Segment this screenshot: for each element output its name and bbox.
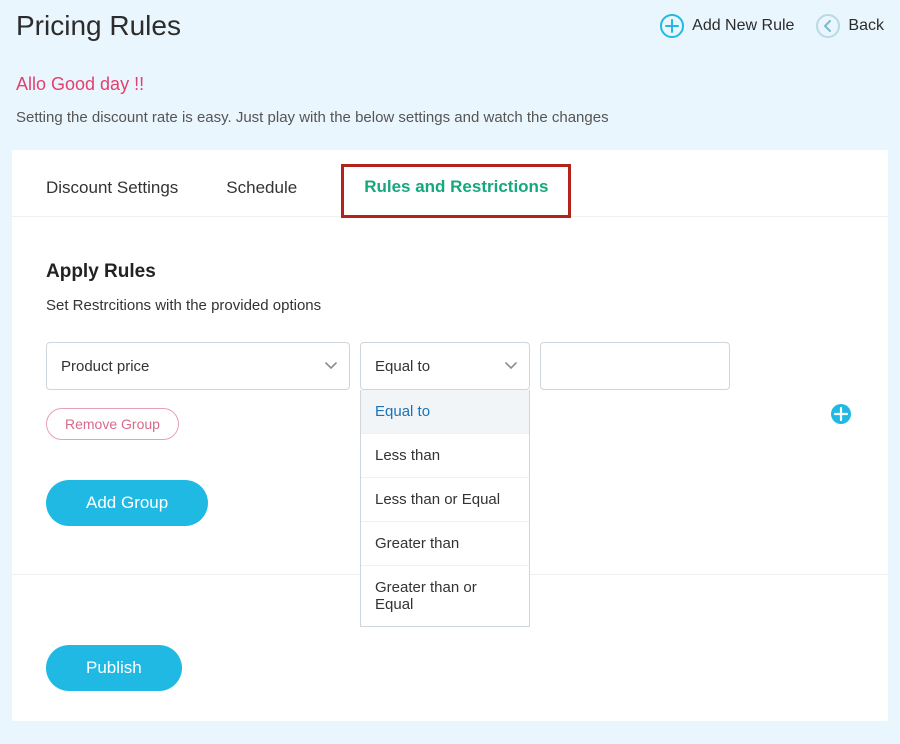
- remove-group-button[interactable]: Remove Group: [46, 408, 179, 440]
- add-rule-button[interactable]: [830, 403, 852, 425]
- tab-discount-settings[interactable]: Discount Settings: [42, 172, 182, 216]
- apply-rules-title: Apply Rules: [46, 261, 854, 283]
- tab-rules-and-restrictions[interactable]: Rules and Restrictions: [341, 164, 571, 218]
- operator-dropdown: Equal to Less than Less than or Equal Gr…: [360, 390, 530, 627]
- apply-rules-subtitle: Set Restrcitions with the provided optio…: [46, 297, 854, 314]
- operator-option[interactable]: Greater than: [361, 522, 529, 566]
- add-new-rule-label: Add New Rule: [692, 17, 794, 35]
- tab-schedule[interactable]: Schedule: [222, 172, 301, 216]
- operator-option[interactable]: Less than: [361, 434, 529, 478]
- chevron-down-icon: [505, 362, 517, 370]
- rule-operator-wrapper: Equal to Equal to Less than Less than or…: [360, 342, 530, 390]
- chevron-left-icon: [816, 14, 840, 38]
- page-header: Pricing Rules Add New Rule Back: [0, 0, 900, 50]
- rule-row: Product price Equal to Equal to: [46, 342, 854, 390]
- intro-subtext: Setting the discount rate is easy. Just …: [16, 109, 884, 126]
- rule-value-input[interactable]: [540, 342, 730, 390]
- rule-operator-select[interactable]: Equal to: [360, 342, 530, 390]
- rule-field-select[interactable]: Product price: [46, 342, 350, 390]
- tabs-bar: Discount Settings Schedule Rules and Res…: [12, 150, 888, 217]
- operator-option[interactable]: Greater than or Equal: [361, 566, 529, 626]
- rule-operator-value: Equal to: [375, 358, 430, 375]
- back-label: Back: [848, 17, 884, 35]
- plus-circle-icon: [660, 14, 684, 38]
- page-title: Pricing Rules: [16, 10, 181, 42]
- plus-circle-filled-icon: [830, 403, 852, 425]
- back-button[interactable]: Back: [816, 14, 884, 38]
- tab-rules-label: Rules and Restrictions: [346, 169, 566, 211]
- intro-section: Allo Good day !! Setting the discount ra…: [0, 50, 900, 150]
- chevron-down-icon: [325, 362, 337, 370]
- publish-button[interactable]: Publish: [46, 645, 182, 691]
- header-actions: Add New Rule Back: [660, 14, 884, 38]
- rule-field-value: Product price: [61, 358, 149, 375]
- greeting-text: Allo Good day !!: [16, 74, 884, 95]
- add-group-button[interactable]: Add Group: [46, 480, 208, 526]
- operator-option[interactable]: Equal to: [361, 390, 529, 434]
- main-card: Discount Settings Schedule Rules and Res…: [12, 150, 888, 721]
- rules-panel: Apply Rules Set Restrcitions with the pr…: [12, 217, 888, 526]
- operator-option[interactable]: Less than or Equal: [361, 478, 529, 522]
- add-new-rule-button[interactable]: Add New Rule: [660, 14, 794, 38]
